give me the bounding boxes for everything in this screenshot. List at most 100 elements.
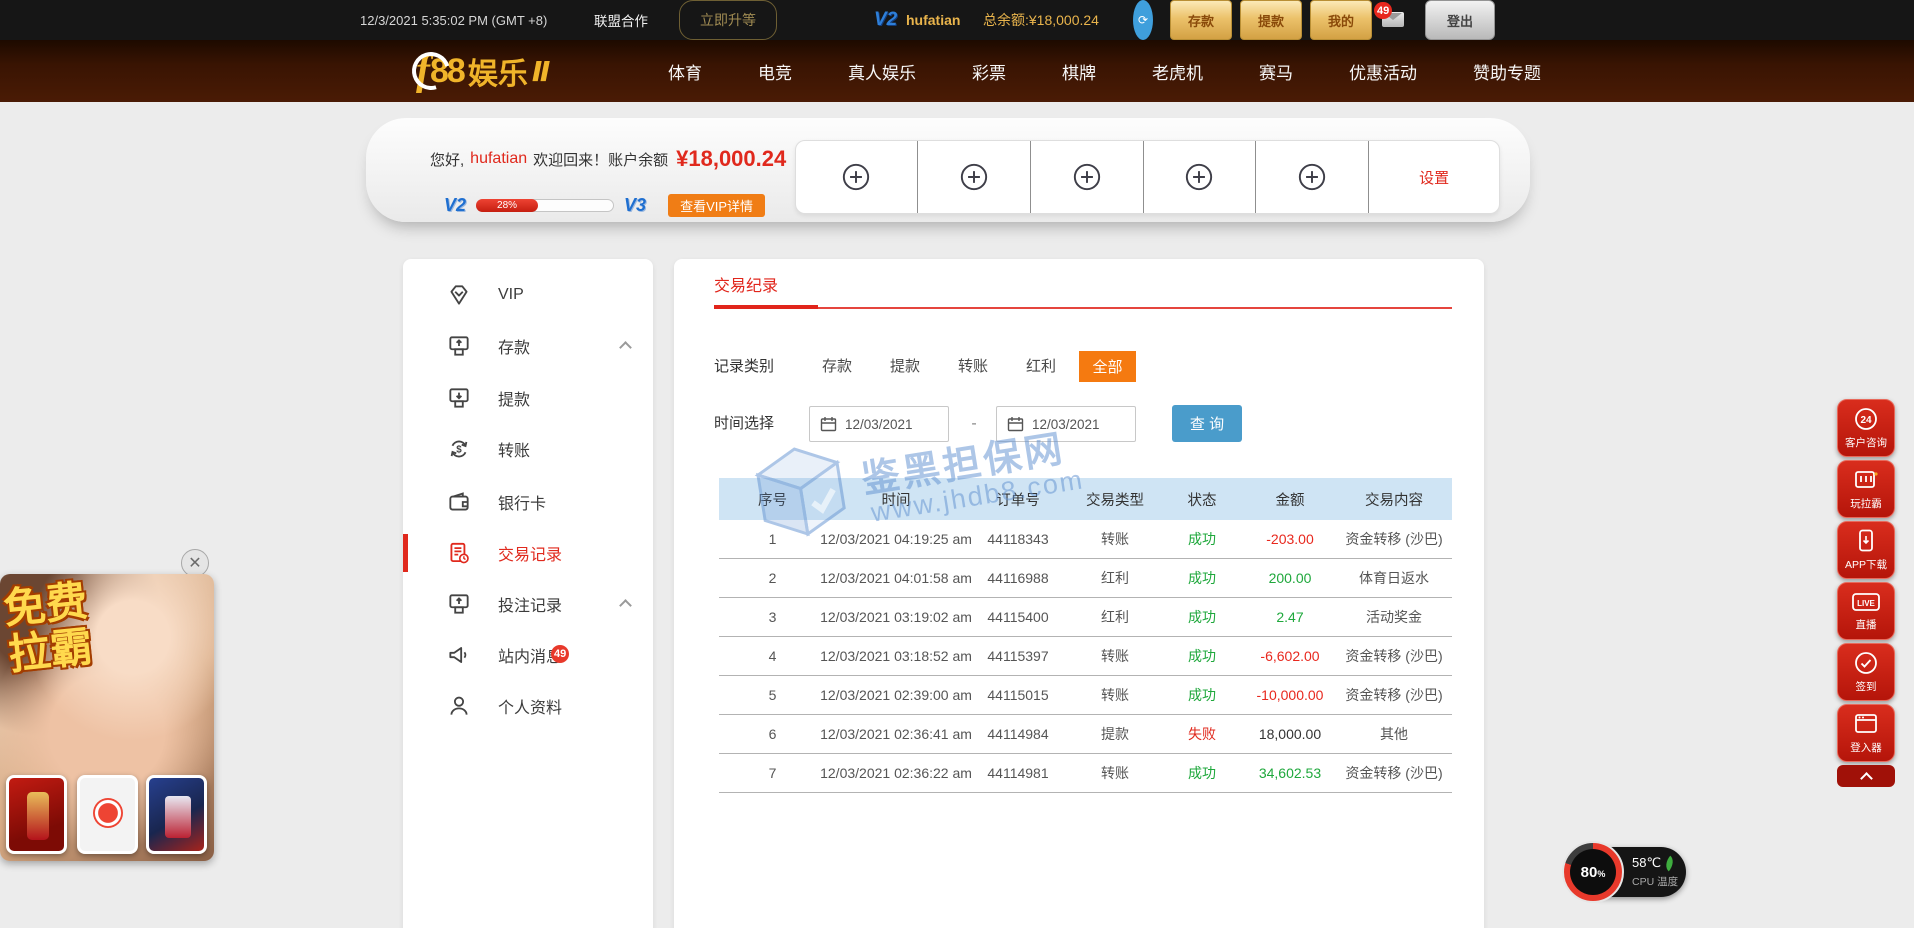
logout-button[interactable]: 登出 (1425, 0, 1495, 40)
quick-add-button-1[interactable] (796, 141, 918, 213)
cell-status: 成功 (1160, 559, 1244, 597)
table-header-cell: 序号 (719, 478, 826, 520)
live-stream-button[interactable]: LIVE 直播 (1837, 582, 1895, 640)
greeting-username: hufatian (470, 150, 527, 168)
promo-thumb-1[interactable] (6, 775, 67, 854)
nav-item[interactable]: 棋牌 (1062, 59, 1096, 84)
transaction-records-panel: 交易纪录 记录类别 存款提款转账红利 全部 时间选择 12/03/2021 - … (674, 259, 1484, 928)
promo-thumb-2[interactable] (77, 775, 138, 854)
cell-status: 成功 (1160, 637, 1244, 675)
transactions-table: 序号时间订单号交易类型状态金额交易内容 1 12/03/2021 04:19:2… (719, 478, 1452, 793)
sidebar-item-withdraw[interactable]: 提款 (403, 376, 653, 420)
nav-item[interactable]: 体育 (668, 59, 702, 84)
phone-download-icon (1853, 528, 1879, 554)
date-range-picker: 时间选择 12/03/2021 - 12/03/2021 查 询 (674, 405, 1484, 443)
promo-close-button[interactable]: ✕ (181, 549, 209, 577)
table-header-cell: 交易类型 (1070, 478, 1160, 520)
transaction-record-icon (445, 539, 473, 567)
vip-detail-button[interactable]: 查看VIP详情 (668, 194, 765, 217)
withdraw-button[interactable]: 提款 (1240, 0, 1302, 40)
cell-type: 红利 (1070, 559, 1160, 597)
promo-thumbnails (0, 775, 214, 855)
sidebar-item-messages[interactable]: 站内消息 49 (403, 633, 653, 677)
nav-item[interactable]: 优惠活动 (1349, 59, 1417, 84)
cpu-temp: 58℃ (1632, 855, 1674, 871)
mine-button[interactable]: 我的 (1310, 0, 1372, 40)
settings-button[interactable]: 设置 (1369, 141, 1499, 213)
cell-order-id: 44115397 (966, 637, 1070, 675)
check-circle-icon (1853, 650, 1879, 676)
sidebar-item-vip[interactable]: VIP (403, 273, 653, 317)
sidebar-item-bank-card[interactable]: 银行卡 (403, 480, 653, 524)
chevron-up-icon (619, 341, 632, 354)
cell-no: 4 (719, 637, 826, 675)
sidebar-item-transaction-records[interactable]: 交易记录 (403, 531, 653, 575)
deposit-button[interactable]: 存款 (1170, 0, 1232, 40)
deposit-icon (445, 332, 473, 360)
table-row: 7 12/03/2021 02:36:22 am 44114981 转账 成功 … (719, 754, 1452, 793)
cpu-temp-label: CPU 温度 (1632, 874, 1678, 889)
tab-transaction-records[interactable]: 交易纪录 (714, 273, 778, 301)
collapse-menu-button[interactable] (1837, 765, 1895, 787)
mail-badge: 49 (1374, 2, 1392, 19)
upgrade-button[interactable]: 立即升等 (679, 0, 777, 40)
search-button[interactable]: 查 询 (1172, 405, 1242, 442)
check-in-button[interactable]: 签到 (1837, 643, 1895, 701)
cell-no: 6 (719, 715, 826, 753)
cell-order-id: 44115015 (966, 676, 1070, 714)
filter-all-button[interactable]: 全部 (1079, 351, 1136, 382)
svg-text:$: $ (456, 444, 462, 455)
date-from-input[interactable]: 12/03/2021 (809, 406, 949, 442)
sidebar-item-bet-records[interactable]: 投注记录 (403, 582, 653, 626)
table-header-cell: 交易内容 (1336, 478, 1452, 520)
main-nav: 体育 电竞 真人娱乐 彩票 棋牌 老虎机 赛马 优惠活动 赞助专题 (668, 40, 1541, 102)
cell-status: 失败 (1160, 715, 1244, 753)
app-download-button[interactable]: APP下载 (1837, 521, 1895, 579)
cell-content: 资金转移 (沙巴) (1336, 754, 1452, 792)
nav-item[interactable]: 老虎机 (1152, 59, 1203, 84)
filter-option[interactable]: 转账 (958, 351, 988, 382)
promo-thumb-3[interactable] (146, 775, 207, 854)
cell-content: 资金转移 (沙巴) (1336, 676, 1452, 714)
alliance-link[interactable]: 联盟合作 (594, 0, 648, 40)
table-header-cell: 时间 (826, 478, 966, 520)
table-header-cell: 金额 (1244, 478, 1336, 520)
nav-item[interactable]: 彩票 (972, 59, 1006, 84)
refresh-balance-icon[interactable]: ⟳ (1133, 0, 1153, 40)
live-icon: LIVE (1851, 590, 1881, 614)
cell-time: 12/03/2021 02:39:00 am (826, 676, 966, 714)
vip-progress: V2 28% V3 查看VIP详情 (444, 193, 765, 217)
quick-add-button-5[interactable] (1256, 141, 1369, 213)
cell-amount: -6,602.00 (1244, 637, 1336, 675)
quick-add-button-4[interactable] (1144, 141, 1257, 213)
sidebar-item-profile[interactable]: 个人资料 (403, 684, 653, 728)
navbar: f 88 娱乐 Ⅱ 体育 电竞 真人娱乐 彩票 棋牌 老虎机 赛马 优惠活动 赞助专题 (0, 40, 1914, 102)
quick-add-button-2[interactable] (918, 141, 1031, 213)
filter-option[interactable]: 提款 (890, 351, 920, 382)
nav-item[interactable]: 电竞 (758, 59, 792, 84)
filter-option[interactable]: 存款 (822, 351, 852, 382)
customer-service-button[interactable]: 24 客户咨询 (1837, 399, 1895, 457)
cell-content: 体育日返水 (1336, 559, 1452, 597)
quick-add-button-3[interactable] (1031, 141, 1144, 213)
nav-item[interactable]: 真人娱乐 (848, 59, 916, 84)
cpu-widget: 80% 58℃ CPU 温度 (1580, 847, 1686, 897)
filter-option[interactable]: 红利 (1026, 351, 1056, 382)
table-header-cell: 状态 (1160, 478, 1244, 520)
nav-item[interactable]: 赛马 (1259, 59, 1293, 84)
vip-level-icon: V2 (874, 0, 897, 40)
cpu-usage-gauge: 80% (1562, 841, 1624, 903)
site-logo[interactable]: f 88 娱乐 Ⅱ (412, 40, 550, 102)
slot-machine-button[interactable]: 玩拉霸 (1837, 460, 1895, 518)
account-summary-panel: 您好, hufatian 欢迎回来！账户余额 ¥18,000.24 V2 28%… (366, 118, 1530, 222)
sidebar-item-transfer[interactable]: $ 转账 (403, 427, 653, 471)
cell-amount: 18,000.00 (1244, 715, 1336, 753)
vip-next-badge: V3 (624, 195, 646, 216)
cell-type: 提款 (1070, 715, 1160, 753)
cell-content: 活动奖金 (1336, 598, 1452, 636)
launcher-button[interactable]: 登入器 (1837, 704, 1895, 762)
nav-item[interactable]: 赞助专题 (1473, 59, 1541, 84)
diamond-icon (445, 281, 473, 309)
sidebar-item-deposit[interactable]: 存款 (403, 324, 653, 368)
date-to-input[interactable]: 12/03/2021 (996, 406, 1136, 442)
